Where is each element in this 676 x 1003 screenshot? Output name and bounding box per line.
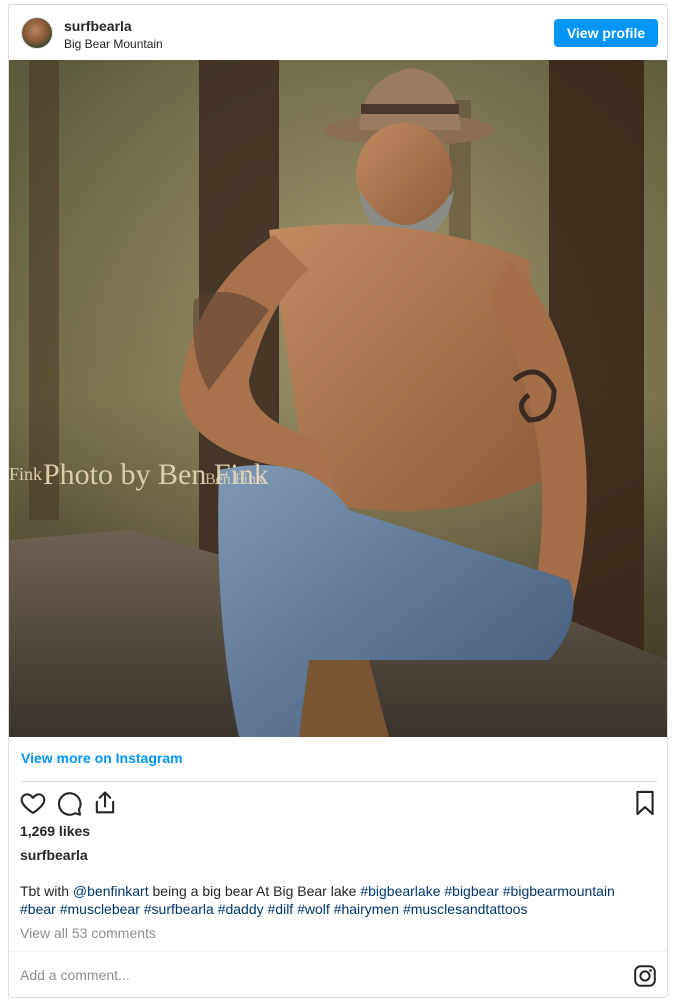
hashtag[interactable]: #wolf bbox=[297, 901, 330, 917]
hashtag[interactable]: #bigbearlake bbox=[360, 883, 440, 899]
caption-middle: being a big bear At Big Bear lake bbox=[148, 883, 361, 899]
comment-icon[interactable] bbox=[55, 789, 83, 817]
divider bbox=[21, 781, 657, 782]
instagram-embed-card: surfbearla Big Bear Mountain View profil… bbox=[8, 4, 668, 998]
avatar[interactable] bbox=[21, 17, 53, 49]
hashtag[interactable]: #musclebear bbox=[60, 901, 140, 917]
hashtag[interactable]: #dilf bbox=[268, 901, 294, 917]
hashtag[interactable]: #musclesandtattoos bbox=[403, 901, 528, 917]
hashtag[interactable]: #daddy bbox=[218, 901, 264, 917]
likes-count[interactable]: 1,269 likes bbox=[20, 823, 90, 839]
post-photo[interactable]: Fink Photo by Ben Fink Ben Fink bbox=[9, 60, 667, 737]
watermark-left: Fink bbox=[9, 464, 42, 484]
action-bar bbox=[9, 789, 667, 817]
hashtag[interactable]: #bigbearmountain bbox=[503, 883, 615, 899]
view-profile-button[interactable]: View profile bbox=[554, 19, 658, 47]
bookmark-icon[interactable] bbox=[631, 789, 659, 817]
watermark-small: Ben Fink bbox=[205, 471, 264, 488]
hashtag[interactable]: #bear bbox=[20, 901, 56, 917]
share-icon[interactable] bbox=[91, 789, 119, 817]
view-more-link[interactable]: View more on Instagram bbox=[21, 750, 183, 766]
caption-prefix: Tbt with bbox=[20, 883, 73, 899]
heart-icon[interactable] bbox=[19, 789, 47, 817]
photo-illustration: Fink Photo by Ben Fink Ben Fink bbox=[9, 60, 667, 737]
post-header: surfbearla Big Bear Mountain View profil… bbox=[9, 5, 667, 60]
hashtag[interactable]: #bigbear bbox=[444, 883, 499, 899]
location[interactable]: Big Bear Mountain bbox=[64, 36, 163, 52]
caption: Tbt with @benfinkart being a big bear At… bbox=[20, 882, 660, 918]
add-comment-row bbox=[9, 951, 667, 997]
hashtag[interactable]: #surfbearla bbox=[144, 901, 214, 917]
user-info: surfbearla Big Bear Mountain bbox=[64, 18, 163, 52]
add-comment-input[interactable] bbox=[20, 965, 600, 985]
caption-owner[interactable]: surfbearla bbox=[20, 847, 88, 863]
caption-mention[interactable]: @benfinkart bbox=[73, 883, 149, 899]
view-all-comments-link[interactable]: View all 53 comments bbox=[20, 925, 156, 941]
hashtag[interactable]: #hairymen bbox=[334, 901, 399, 917]
instagram-logo-icon[interactable] bbox=[633, 964, 657, 988]
username[interactable]: surfbearla bbox=[64, 18, 163, 35]
